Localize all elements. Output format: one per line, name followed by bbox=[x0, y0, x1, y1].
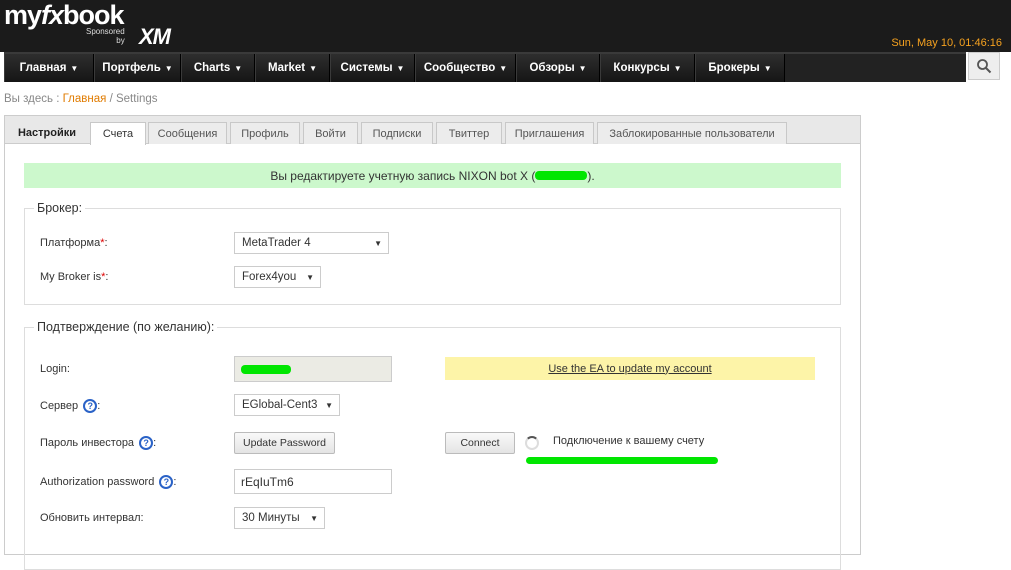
tab-invitations[interactable]: Приглашения bbox=[505, 122, 594, 144]
update-interval-select[interactable]: 30 Минуты ▼ bbox=[234, 507, 325, 529]
server-datetime: Sun, May 10, 01:46:16 bbox=[891, 37, 1002, 49]
nav-item-reviews[interactable]: Обзоры ▼ bbox=[516, 54, 600, 82]
server-label: Сервер ?: bbox=[40, 399, 101, 413]
chevron-down-icon: ▼ bbox=[578, 63, 587, 73]
nav-bar: Главная ▼ Портфель ▼ Charts ▼ Market ▼ Систе… bbox=[4, 52, 966, 82]
connection-progress-bar bbox=[526, 457, 718, 464]
update-password-button[interactable]: Update Password bbox=[234, 432, 335, 454]
chevron-down-icon: ▼ bbox=[673, 63, 682, 73]
nav-item-systems[interactable]: Системы ▼ bbox=[330, 54, 415, 82]
chevron-down-icon: ▼ bbox=[325, 400, 333, 410]
help-icon[interactable]: ? bbox=[83, 399, 98, 413]
broker-legend: Брокер: bbox=[37, 201, 83, 215]
login-field[interactable] bbox=[234, 356, 392, 382]
settings-tabs: Настройки Счета Сообщения Профиль Войти … bbox=[5, 116, 860, 145]
editing-notice: Вы редактируете учетную запись NIXON bot… bbox=[24, 163, 841, 188]
broker-select[interactable]: Forex4you ▼ bbox=[234, 266, 321, 288]
redacted-login bbox=[241, 364, 291, 374]
sponsor-logo[interactable]: XM bbox=[139, 24, 171, 50]
chevron-down-icon: ▼ bbox=[396, 63, 405, 73]
authorization-password-label: Authorization password ?: bbox=[40, 475, 177, 489]
tab-login[interactable]: Войти bbox=[303, 122, 358, 144]
investor-password-label: Пароль инвестора ?: bbox=[40, 436, 157, 450]
search-button[interactable] bbox=[968, 52, 1000, 80]
top-header: myfxbook Sponsored by XM Sun, May 10, 01… bbox=[0, 0, 1011, 52]
chevron-down-icon: ▼ bbox=[234, 63, 243, 73]
ea-update-link[interactable]: Use the EA to update my account bbox=[548, 363, 711, 375]
nav-item-charts[interactable]: Charts ▼ bbox=[181, 54, 255, 82]
sponsored-label: Sponsored by bbox=[86, 27, 125, 45]
chevron-down-icon: ▼ bbox=[499, 63, 508, 73]
chevron-down-icon: ▼ bbox=[763, 63, 772, 73]
broker-label: My Broker is*: bbox=[40, 271, 109, 283]
breadcrumb-current: Settings bbox=[115, 93, 158, 105]
nav-item-portfolio[interactable]: Портфель ▼ bbox=[94, 54, 181, 82]
tab-accounts[interactable]: Счета bbox=[90, 122, 146, 145]
breadcrumb-home-link[interactable]: Главная bbox=[63, 93, 107, 105]
connect-button[interactable]: Connect bbox=[445, 432, 515, 454]
breadcrumb: Вы здесь : Главная / Settings bbox=[4, 93, 158, 105]
tab-subscriptions[interactable]: Подписки bbox=[361, 122, 433, 144]
platform-label: Платформа*: bbox=[40, 237, 108, 249]
nav-item-market[interactable]: Market ▼ bbox=[255, 54, 330, 82]
broker-fieldset: Брокер: bbox=[24, 201, 841, 305]
tab-twitter[interactable]: Твиттер bbox=[436, 122, 502, 144]
settings-panel: Настройки Счета Сообщения Профиль Войти … bbox=[4, 115, 861, 570]
redacted-account-number bbox=[535, 171, 588, 180]
chevron-down-icon: ▼ bbox=[310, 513, 318, 523]
nav-item-home[interactable]: Главная ▼ bbox=[4, 54, 94, 82]
platform-select[interactable]: MetaTrader 4 ▼ bbox=[234, 232, 389, 254]
update-interval-label: Обновить интервал: bbox=[40, 512, 144, 524]
loading-spinner-icon bbox=[525, 436, 539, 450]
chevron-down-icon: ▼ bbox=[306, 272, 314, 282]
chevron-down-icon: ▼ bbox=[309, 63, 317, 73]
chevron-down-icon: ▼ bbox=[164, 63, 173, 73]
confirm-legend: Подтверждение (по желанию): bbox=[37, 320, 215, 334]
help-icon[interactable]: ? bbox=[139, 436, 154, 450]
main-nav: Главная ▼ Портфель ▼ Charts ▼ Market ▼ Систе… bbox=[0, 52, 1011, 82]
nav-item-brokers[interactable]: Брокеры ▼ bbox=[695, 54, 785, 82]
server-select[interactable]: EGlobal-Cent3 ▼ bbox=[234, 394, 340, 416]
login-label: Login: bbox=[40, 363, 70, 375]
settings-title: Настройки bbox=[17, 127, 77, 139]
tab-profile[interactable]: Профиль bbox=[230, 122, 300, 144]
chevron-down-icon: ▼ bbox=[374, 238, 382, 248]
nav-item-contests[interactable]: Конкурсы ▼ bbox=[600, 54, 695, 82]
connecting-status: Подключение к вашему счету bbox=[553, 435, 705, 447]
search-icon bbox=[977, 59, 992, 74]
tab-messages[interactable]: Сообщения bbox=[148, 122, 227, 144]
help-icon[interactable]: ? bbox=[159, 475, 174, 489]
ea-update-box: Use the EA to update my account bbox=[445, 357, 815, 380]
chevron-down-icon: ▼ bbox=[70, 63, 79, 73]
tab-blocked-users[interactable]: Заблокированные пользователи bbox=[597, 122, 787, 144]
nav-item-community[interactable]: Сообщество ▼ bbox=[415, 54, 516, 82]
authorization-password-field[interactable]: rEqIuTm6 bbox=[234, 469, 392, 494]
